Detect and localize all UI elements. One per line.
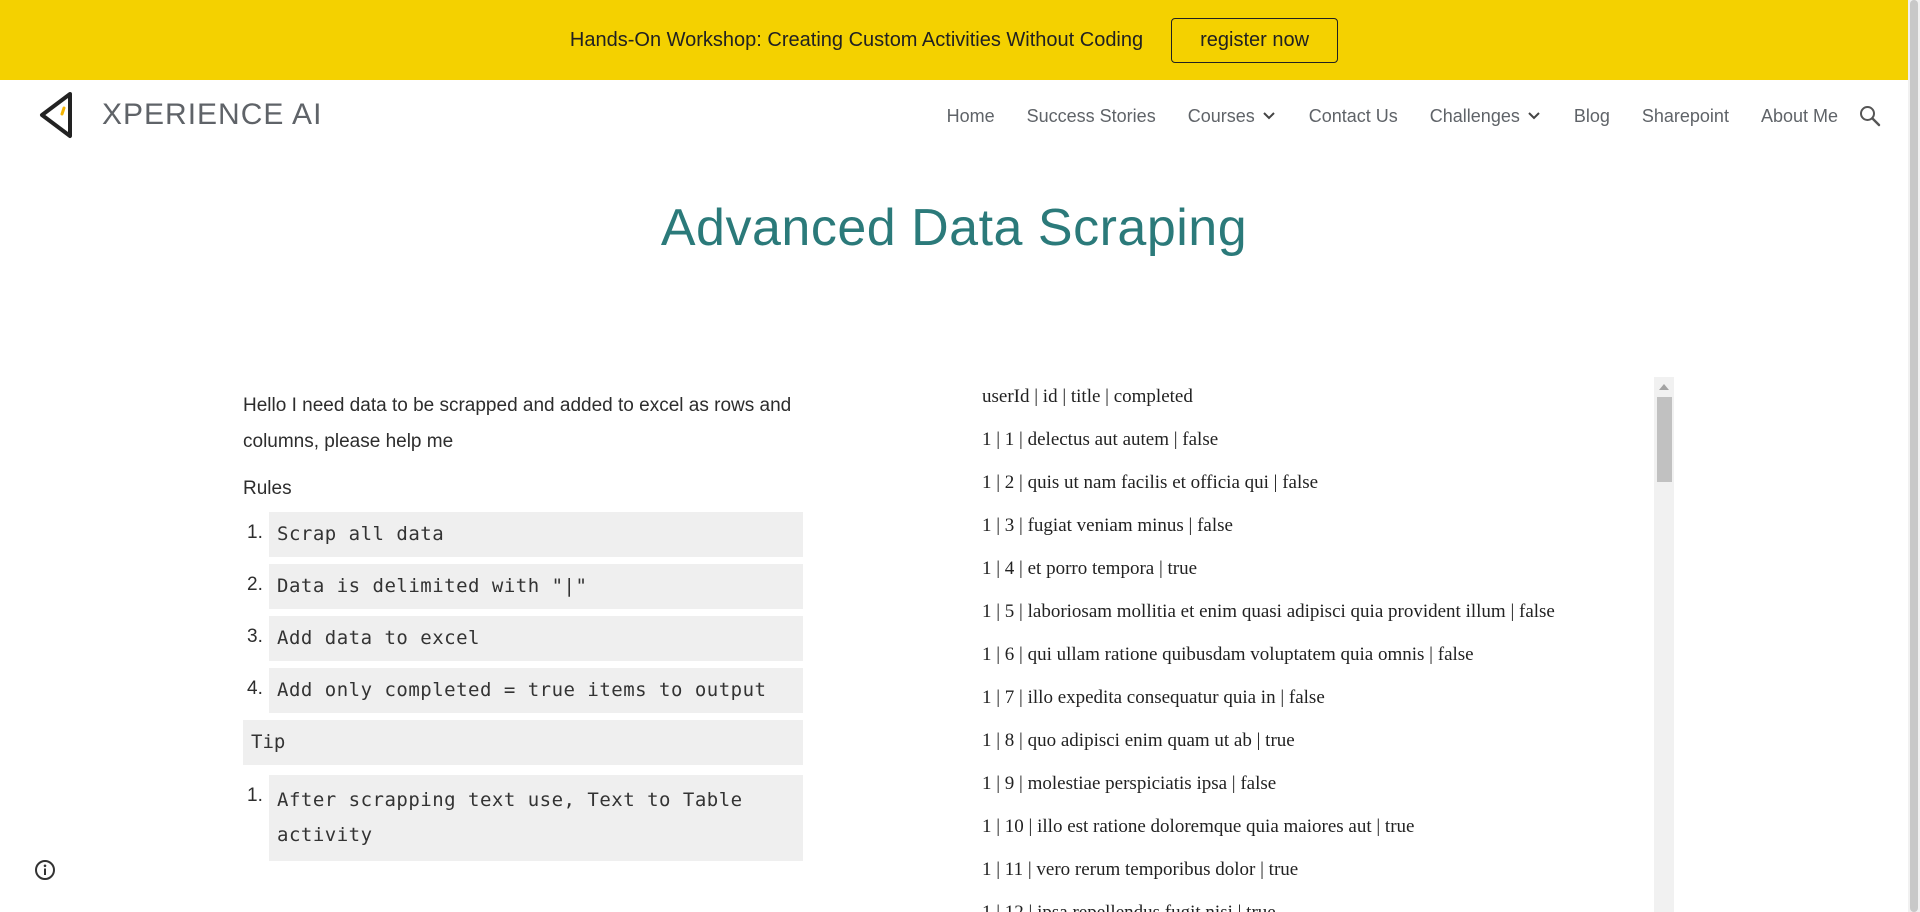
data-row: 1 | 3 | fugiat veniam minus | false — [982, 515, 1233, 536]
nav-item-label: Contact Us — [1308, 105, 1398, 126]
logo-icon — [40, 92, 72, 138]
data-row: 1 | 11 | vero rerum temporibus dolor | t… — [982, 859, 1299, 880]
rule-code-text: Scrap all data — [269, 512, 803, 557]
data-row: 1 | 12 | ipsa repellendus fugit nisi | t… — [982, 901, 1642, 912]
list-item: 4. Add only completed = true items to ou… — [243, 668, 803, 713]
list-number: 2. — [247, 574, 263, 595]
data-scrollbar[interactable] — [1654, 377, 1674, 912]
data-row: 1 | 5 | laboriosam mollitia et enim quas… — [982, 601, 1555, 622]
list-item: 1. After scrapping text use, Text to Tab… — [243, 775, 803, 861]
site-logo[interactable]: XPERIENCE AI — [36, 90, 322, 140]
search-icon[interactable] — [1858, 104, 1882, 128]
page-scrollbar-thumb[interactable] — [1910, 0, 1918, 912]
rules-list: 1. Scrap all data 2. Data is delimited w… — [243, 512, 803, 713]
list-number: 4. — [247, 678, 263, 699]
nav-item-challenges[interactable]: Challenges — [1430, 106, 1542, 127]
instructions-section: Hello I need data to be scrapped and add… — [243, 388, 803, 868]
nav-item-contact-us[interactable]: Contact Us — [1309, 106, 1398, 127]
nav-item-label: Sharepoint — [1641, 105, 1729, 126]
main-nav: Home Success Stories Courses Contact Us … — [915, 80, 1838, 152]
data-row: 1 | 2 | quis ut nam facilis et officia q… — [982, 472, 1319, 493]
nav-item-courses[interactable]: Courses — [1188, 106, 1277, 127]
nav-item-sharepoint[interactable]: Sharepoint — [1642, 106, 1729, 127]
nav-item-blog[interactable]: Blog — [1574, 106, 1610, 127]
rule-code-text: Add data to excel — [269, 616, 803, 661]
nav-item-label: Success Stories — [1026, 105, 1156, 126]
nav-item-success-stories[interactable]: Success Stories — [1027, 106, 1156, 127]
list-number: 1. — [247, 785, 263, 806]
rules-heading: Rules — [243, 478, 292, 499]
nav-item-about-me[interactable]: About Me — [1761, 106, 1838, 127]
list-number: 1. — [247, 522, 263, 543]
scroll-up-arrow-icon[interactable] — [1659, 384, 1669, 390]
rule-code-text: Data is delimited with "|" — [269, 564, 803, 609]
list-item: 1. Scrap all data — [243, 512, 803, 557]
data-row: 1 | 8 | quo adipisci enim quam ut ab | t… — [982, 730, 1295, 751]
chevron-down-icon[interactable] — [1526, 108, 1542, 124]
list-item: 3. Add data to excel — [243, 616, 803, 661]
chevron-down-icon[interactable] — [1261, 108, 1277, 124]
nav-item-label: Home — [946, 105, 995, 126]
site-header: XPERIENCE AI Home Success Stories Course… — [0, 80, 1908, 152]
intro-text: Hello I need data to be scrapped and add… — [243, 395, 792, 452]
list-number: 3. — [247, 626, 263, 647]
data-row: 1 | 6 | qui ullam ratione quibusdam volu… — [982, 644, 1474, 665]
tip-heading: Tip — [243, 720, 803, 765]
tip-code-text: After scrapping text use, Text to Table … — [269, 775, 803, 861]
nav-item-label: About Me — [1760, 105, 1838, 126]
data-rows: userId | id | title | completed 1 | 1 | … — [982, 385, 1642, 912]
banner-text: Hands-On Workshop: Creating Custom Activ… — [569, 28, 1144, 51]
nav-item-home[interactable]: Home — [947, 106, 995, 127]
scrollbar-thumb[interactable] — [1657, 397, 1672, 482]
data-row: 1 | 9 | molestiae perspiciatis ipsa | fa… — [982, 773, 1277, 794]
data-row: 1 | 4 | et porro tempora | true — [982, 558, 1198, 579]
info-icon[interactable] — [34, 859, 56, 881]
register-now-button[interactable]: register now — [1171, 17, 1339, 63]
page-scrollbar[interactable] — [1908, 0, 1920, 912]
data-scroll-box[interactable]: userId | id | title | completed 1 | 1 | … — [970, 377, 1674, 912]
page-title: Advanced Data Scraping — [660, 199, 1248, 257]
nav-item-label: Courses — [1187, 105, 1255, 126]
announcement-banner: Hands-On Workshop: Creating Custom Activ… — [0, 0, 1908, 80]
data-header-row: userId | id | title | completed — [982, 386, 1193, 407]
nav-item-label: Blog — [1573, 105, 1610, 126]
data-row: 1 | 1 | delectus aut autem | false — [982, 429, 1219, 450]
brand-name: XPERIENCE AI — [102, 98, 323, 131]
nav-item-label: Challenges — [1429, 105, 1520, 126]
list-item: 2. Data is delimited with "|" — [243, 564, 803, 609]
rule-code-text: Add only completed = true items to outpu… — [269, 668, 803, 713]
data-row: 1 | 10 | illo est ratione doloremque qui… — [982, 816, 1415, 837]
data-row: 1 | 7 | illo expedita consequatur quia i… — [982, 687, 1325, 708]
